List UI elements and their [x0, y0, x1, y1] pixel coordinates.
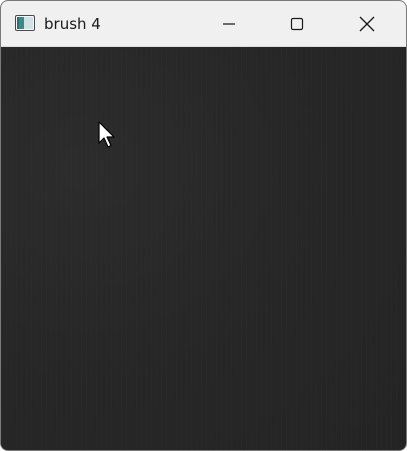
minimize-button[interactable]	[206, 1, 252, 47]
app-icon	[15, 15, 35, 31]
minimize-icon	[223, 23, 235, 25]
window-title: brush 4	[44, 15, 101, 33]
arrow-pointer-icon	[98, 121, 118, 149]
maximize-button[interactable]	[274, 1, 320, 47]
title-bar[interactable]: brush 4	[1, 1, 406, 47]
app-window: brush 4	[0, 0, 407, 451]
maximize-icon	[290, 17, 304, 31]
drawing-canvas[interactable]	[1, 47, 406, 450]
close-icon	[359, 16, 375, 32]
close-button[interactable]	[344, 1, 390, 47]
